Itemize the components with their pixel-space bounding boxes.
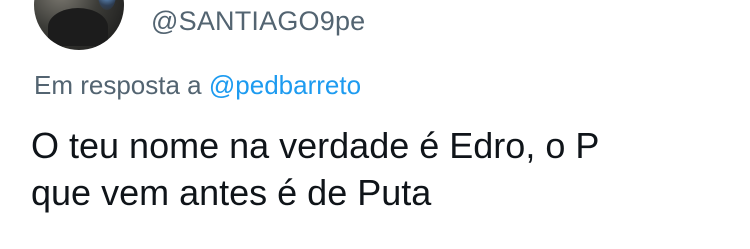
tweet-text-line: que vem antes é de Puta xyxy=(31,172,432,213)
reply-mention-link[interactable]: @pedbarreto xyxy=(209,70,361,100)
author-avatar[interactable] xyxy=(34,0,124,50)
reply-context: Em resposta a @pedbarreto xyxy=(34,70,361,101)
reply-prefix: Em resposta a xyxy=(34,70,202,100)
author-handle[interactable]: @SANTIAGO9pe xyxy=(151,6,365,37)
tweet-text: O teu nome na verdade é Edro, o P que ve… xyxy=(31,122,731,216)
avatar-silhouette xyxy=(48,8,108,46)
avatar-light-reflection xyxy=(98,0,116,10)
tweet-text-line: O teu nome na verdade é Edro, o P xyxy=(31,125,600,166)
